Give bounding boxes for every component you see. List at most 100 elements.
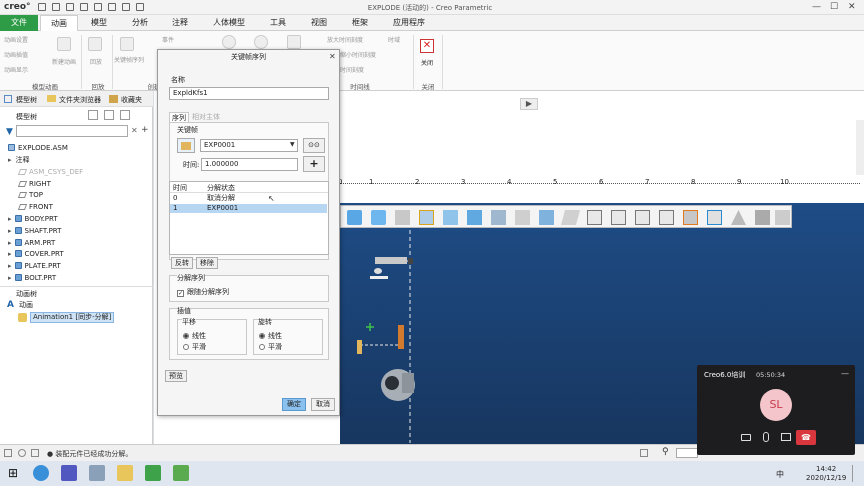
dropdown-arrow-icon[interactable]: ▼	[290, 141, 295, 148]
keyframe-select[interactable]: EXP0001	[200, 139, 298, 152]
zoom-out-icon[interactable]	[395, 210, 410, 225]
tab-folder-browser[interactable]: 文件夹浏览器	[59, 95, 101, 105]
menu-file[interactable]: 文件	[0, 15, 38, 31]
windows-start-icon[interactable]: ⊞	[5, 465, 21, 481]
clear-search-icon[interactable]: ✕	[131, 126, 138, 135]
open-file-icon[interactable]	[52, 3, 60, 11]
rotate-smooth-radio[interactable]: 平滑	[259, 342, 282, 352]
fullscreen-icon[interactable]	[31, 449, 39, 457]
saved-views-icon[interactable]	[467, 210, 482, 225]
tree-item[interactable]: ▸ SHAFT.PRT	[8, 227, 61, 236]
tree-columns-icon[interactable]	[104, 110, 114, 120]
translate-linear-radio[interactable]: 线性	[183, 331, 206, 341]
expand-icon[interactable]: ▸	[8, 262, 12, 270]
keyframe-seq-button[interactable]: 关键帧序列	[114, 57, 144, 65]
tree-item[interactable]: ▸ BOLT.PRT	[8, 274, 56, 283]
time-field-button[interactable]: 时域	[388, 35, 400, 44]
radio-icon[interactable]	[183, 333, 189, 339]
tab-favorites[interactable]: 收藏夹	[121, 95, 142, 105]
menu-animation[interactable]: 动画	[40, 15, 78, 31]
file-explorer-icon[interactable]	[117, 465, 133, 481]
time-input[interactable]: 1.000000	[201, 158, 298, 171]
appearance-icon[interactable]	[731, 210, 746, 225]
save-icon[interactable]	[66, 3, 74, 11]
remove-button[interactable]: 移除	[196, 257, 218, 269]
playback-button[interactable]: 回放	[90, 57, 102, 66]
undo-icon[interactable]	[80, 3, 88, 11]
pause-icon[interactable]	[755, 210, 770, 225]
perspective-icon[interactable]	[539, 210, 554, 225]
orient-icon[interactable]	[443, 210, 458, 225]
creo-app-icon[interactable]	[145, 465, 161, 481]
close-anim-button[interactable]: 关闭	[421, 58, 433, 67]
anim-item-animation1[interactable]: Animation1 [同步-分解]	[30, 312, 115, 323]
new-file-icon[interactable]	[38, 3, 46, 11]
axis-display-icon[interactable]	[587, 210, 602, 225]
anim-display-button[interactable]: 动画显示	[4, 65, 28, 74]
glasses-icon[interactable]: ⊙⊙	[303, 138, 325, 153]
rotate-linear-radio[interactable]: 线性	[259, 331, 282, 341]
maximize-icon[interactable]: ☐	[830, 2, 838, 12]
follow-explode-checkbox[interactable]: ✓ 跟随分解序列	[177, 287, 229, 297]
explode-icon[interactable]	[707, 210, 722, 225]
windows-icon[interactable]	[122, 3, 130, 11]
shrink-timeline-button[interactable]: 缩小时间刻度	[340, 50, 376, 59]
tree-item[interactable]: ▸ PLATE.PRT	[8, 262, 61, 271]
menu-analysis[interactable]: 分析	[121, 15, 159, 31]
zoom-timeline-button[interactable]: 放大时间刻度	[327, 35, 363, 44]
radio-icon[interactable]	[183, 344, 189, 350]
anim-settings-button[interactable]: 动画设置	[4, 35, 28, 44]
radio-icon[interactable]	[259, 333, 265, 339]
creo-parametric-icon[interactable]	[173, 465, 189, 481]
annotation-display-icon[interactable]	[659, 210, 674, 225]
expand-icon[interactable]: ▸	[8, 274, 12, 282]
menu-view[interactable]: 视图	[300, 15, 338, 31]
tree-item[interactable]: ASM_CSYS_DEF	[17, 168, 83, 177]
browser-icon[interactable]	[18, 449, 26, 457]
teams-icon[interactable]	[61, 465, 77, 481]
dialog-close-icon[interactable]: ✕	[329, 52, 336, 61]
ime-indicator[interactable]: 中	[776, 469, 784, 480]
expand-icon[interactable]: ▸	[8, 250, 12, 258]
expand-icon[interactable]: ▸	[8, 227, 12, 235]
filter-icon[interactable]: ▼	[6, 127, 13, 137]
menu-applications[interactable]: 应用程序	[386, 15, 432, 31]
tree-item[interactable]: EXPLODE.ASM	[8, 144, 68, 153]
timeline-scrollbar[interactable]	[856, 120, 864, 175]
menu-tools[interactable]: 工具	[258, 15, 298, 31]
tree-item[interactable]: RIGHT	[17, 180, 51, 189]
screen-share-icon[interactable]	[781, 433, 791, 441]
timescale-button[interactable]: 时间刻度	[340, 65, 364, 74]
section-icon[interactable]	[515, 210, 530, 225]
regenerate-icon[interactable]	[108, 3, 116, 11]
microphone-icon[interactable]	[763, 432, 769, 442]
show-icon[interactable]	[120, 110, 130, 120]
show-desktop-button[interactable]	[852, 465, 853, 482]
tree-item[interactable]: ▸ COVER.PRT	[8, 250, 64, 259]
repaint-icon[interactable]	[419, 210, 434, 225]
anim-root-item[interactable]: 动画	[19, 301, 33, 310]
add-keyframe-button[interactable]: +	[303, 156, 325, 172]
camera-icon[interactable]	[741, 434, 751, 441]
table-row[interactable]: 1 EXP0001	[170, 204, 327, 213]
tab-relative-body[interactable]: 相对主体	[192, 112, 220, 122]
plane-display-icon[interactable]	[560, 210, 581, 225]
refit-icon[interactable]	[347, 210, 362, 225]
menu-manikin[interactable]: 人体模型	[206, 15, 252, 31]
menu-annotate[interactable]: 注释	[161, 15, 199, 31]
translate-smooth-radio[interactable]: 平滑	[183, 342, 206, 352]
tree-settings-icon[interactable]	[88, 110, 98, 120]
expand-icon[interactable]: ▸	[8, 239, 12, 247]
redo-icon[interactable]	[94, 3, 102, 11]
zoom-in-icon[interactable]	[371, 210, 386, 225]
close-window-icon[interactable]	[136, 3, 144, 11]
view-manager-icon[interactable]	[775, 210, 790, 225]
minimize-icon[interactable]: —	[812, 2, 821, 12]
tree-search-input[interactable]	[16, 125, 128, 137]
preview-button[interactable]: 预览	[165, 370, 187, 382]
point-display-icon[interactable]	[611, 210, 626, 225]
event-button[interactable]: 事件	[162, 35, 174, 44]
close-anim-icon[interactable]: ✕	[420, 39, 434, 53]
menu-framework[interactable]: 框架	[341, 15, 379, 31]
expand-icon[interactable]: ▸	[8, 156, 12, 164]
